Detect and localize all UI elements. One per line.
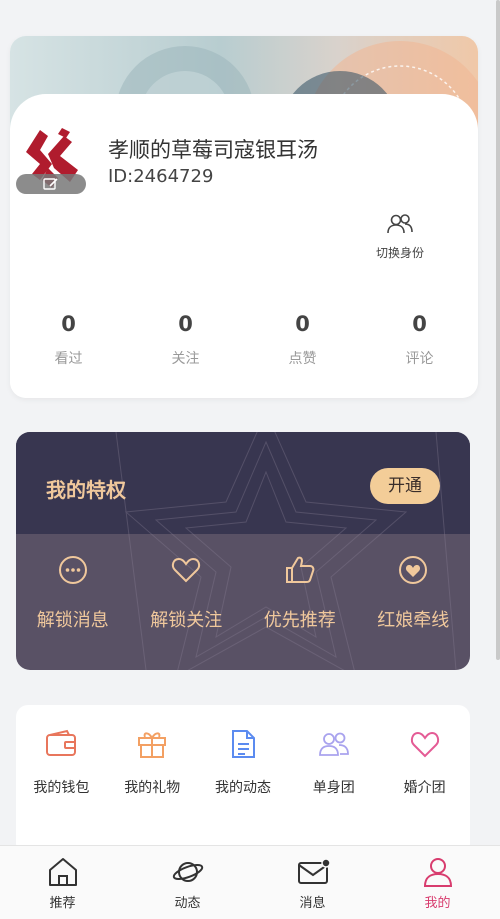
privilege-title: 我的特权 — [46, 478, 126, 502]
service-wallet[interactable]: 我的钱包 — [16, 729, 107, 845]
tab-label: 消息 — [299, 896, 326, 911]
heart-circle-icon — [399, 556, 428, 584]
group-icon — [318, 732, 349, 756]
scroll-area[interactable]: 孝顺的草莓司寇银耳汤 ID:2464729 切换身份 0 看过 0 关注 0 点… — [0, 0, 500, 845]
profile-info: 孝顺的草莓司寇银耳汤 ID:2464729 切换身份 0 看过 0 关注 0 点… — [10, 94, 478, 398]
stat-viewed[interactable]: 0 看过 — [10, 312, 127, 368]
tab-recommend[interactable]: 推荐 — [0, 846, 125, 919]
services-card: 我的钱包 我的礼物 我的动态 单身团 婚介团 — [16, 705, 470, 845]
wallet-icon — [46, 729, 77, 756]
planet-icon — [172, 862, 203, 882]
privilege-matchmaker[interactable]: 红娘牵线 — [357, 554, 471, 632]
switch-identity-button[interactable]: 切换身份 — [362, 212, 438, 261]
heart-icon — [410, 731, 439, 758]
tab-moments[interactable]: 动态 — [125, 846, 250, 919]
gift-icon — [138, 732, 167, 758]
bottom-tab-bar: 推荐 动态 消息 我的 — [0, 845, 500, 919]
service-label: 单身团 — [312, 780, 355, 796]
privilege-label: 解锁关注 — [150, 610, 223, 631]
avatar-edit-button[interactable] — [16, 174, 86, 194]
privilege-card: 我的特权 开通 解锁消息 解锁关注 优先推荐 红娘牵线 — [16, 432, 470, 670]
service-gifts[interactable]: 我的礼物 — [107, 729, 198, 845]
user-icon — [423, 858, 452, 887]
service-posts[interactable]: 我的动态 — [198, 729, 289, 845]
profile-card: 孝顺的草莓司寇银耳汤 ID:2464729 切换身份 0 看过 0 关注 0 点… — [10, 36, 478, 398]
stat-label: 关注 — [171, 351, 200, 367]
service-matchmaking-group[interactable]: 婚介团 — [379, 729, 470, 845]
tab-label: 推荐 — [49, 896, 76, 911]
tab-label: 动态 — [174, 896, 201, 911]
stats-row: 0 看过 0 关注 0 点赞 0 评论 — [10, 312, 478, 368]
switch-identity-label: 切换身份 — [375, 246, 424, 260]
service-label: 我的钱包 — [33, 780, 90, 796]
stat-likes[interactable]: 0 点赞 — [244, 312, 361, 368]
privilege-label: 优先推荐 — [263, 610, 336, 631]
stat-label: 看过 — [54, 351, 83, 367]
privilege-label: 解锁消息 — [36, 610, 109, 631]
nickname: 孝顺的草莓司寇银耳汤 — [108, 138, 318, 162]
open-membership-button[interactable]: 开通 — [370, 468, 440, 504]
edit-icon — [43, 178, 58, 190]
stat-comments[interactable]: 0 评论 — [361, 312, 478, 368]
privilege-label: 红娘牵线 — [377, 610, 450, 631]
privilege-list: 解锁消息 解锁关注 优先推荐 红娘牵线 — [16, 554, 470, 632]
tab-mine[interactable]: 我的 — [375, 846, 500, 919]
user-id: ID:2464729 — [108, 166, 214, 187]
service-label: 婚介团 — [403, 780, 446, 796]
stat-value: 0 — [412, 312, 427, 336]
stat-value: 0 — [295, 312, 310, 336]
heart-outline-icon — [172, 557, 201, 583]
tab-label: 我的 — [424, 896, 451, 911]
chat-bubble-icon — [58, 556, 87, 584]
service-singles-group[interactable]: 单身团 — [288, 729, 379, 845]
stat-value: 0 — [61, 312, 76, 336]
stat-following[interactable]: 0 关注 — [127, 312, 244, 368]
service-label: 我的动态 — [214, 780, 271, 796]
privilege-priority-recommend[interactable]: 优先推荐 — [243, 554, 357, 632]
privilege-unlock-messages[interactable]: 解锁消息 — [16, 554, 130, 632]
home-icon — [48, 858, 77, 886]
mail-icon — [297, 858, 330, 884]
users-icon — [387, 214, 413, 234]
scrollbar[interactable] — [496, 0, 500, 660]
stat-value: 0 — [178, 312, 193, 336]
privilege-unlock-follow[interactable]: 解锁关注 — [130, 554, 244, 632]
thumbs-up-icon — [285, 556, 315, 583]
document-icon — [231, 730, 255, 758]
stat-label: 评论 — [405, 351, 434, 367]
tab-messages[interactable]: 消息 — [250, 846, 375, 919]
stat-label: 点赞 — [288, 351, 317, 367]
service-label: 我的礼物 — [124, 780, 181, 796]
